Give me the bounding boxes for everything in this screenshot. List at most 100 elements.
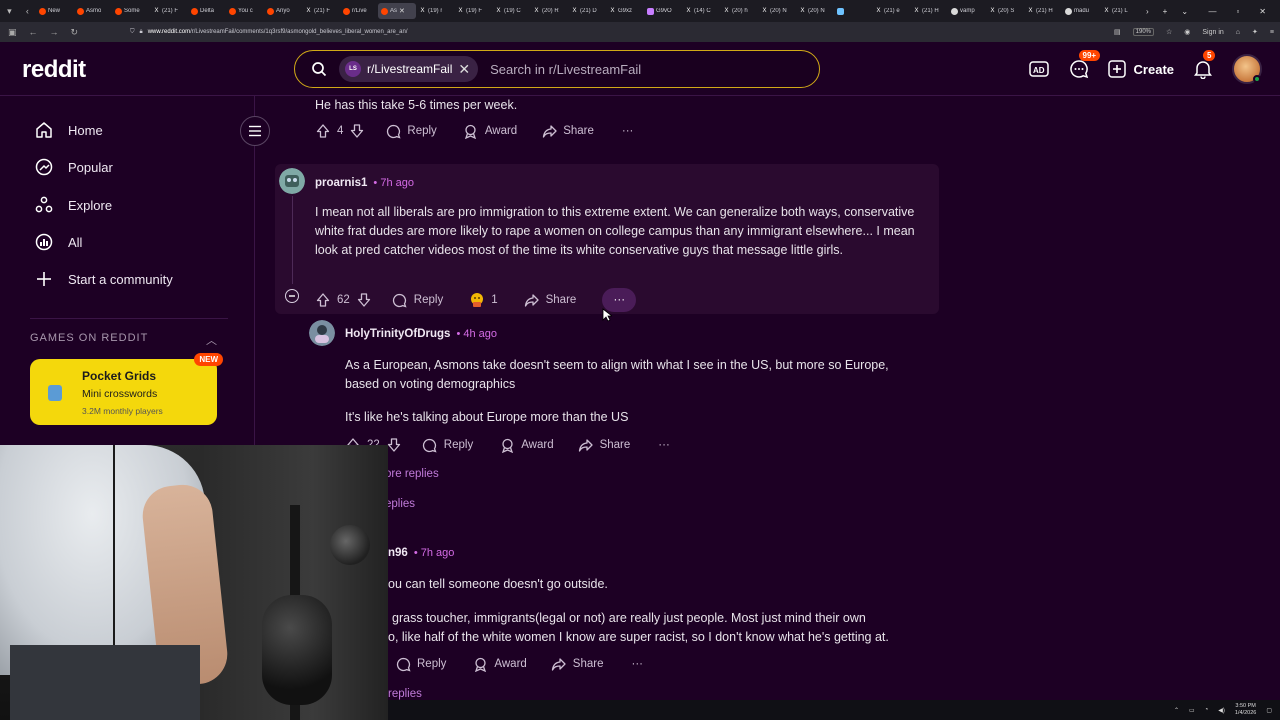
reply-button[interactable]: Reply (395, 656, 446, 672)
commenter-avatar[interactable] (279, 168, 305, 194)
game-card-pocket-grids[interactable]: NEW Pocket Grids Mini crosswords 3.2M mo… (30, 353, 223, 425)
browser-tab[interactable]: X (21) H (1024, 3, 1062, 19)
browser-tab[interactable]: As ✕ (378, 3, 416, 19)
volume-icon[interactable]: ◀) (1218, 707, 1225, 714)
browser-tab[interactable]: New (36, 3, 74, 19)
browser-tab[interactable]: G9vO (644, 3, 682, 19)
network-icon[interactable]: ▭ (1189, 707, 1195, 714)
sidebar-panel-icon[interactable]: ▣ (8, 27, 17, 38)
minimize-icon[interactable]: — (1208, 7, 1216, 16)
browser-tab[interactable]: X (20) S (986, 3, 1024, 19)
tab-scroll-left-icon[interactable]: ‹ (26, 6, 29, 16)
chat-icon[interactable]: 99+ (1068, 50, 1101, 80)
advertise-icon[interactable]: AD (1028, 58, 1050, 80)
menu-icon[interactable]: ≡ (1270, 29, 1274, 36)
browser-tab[interactable]: X (20) h (720, 3, 758, 19)
reply-button[interactable]: Reply (422, 437, 473, 453)
reply-button[interactable]: Reply (385, 123, 437, 139)
browser-tab[interactable]: X (21) F (302, 3, 340, 19)
sidebar-item-popular[interactable]: Popular (34, 155, 113, 179)
browser-tab[interactable]: r/Live (340, 3, 378, 19)
reddit-logo[interactable]: reddit (22, 56, 86, 84)
browser-tab[interactable]: X (21) H (910, 3, 948, 19)
share-button[interactable]: Share (541, 123, 594, 139)
award-button[interactable]: Award (463, 123, 517, 139)
bell-icon[interactable]: 5 (1192, 50, 1216, 80)
browser-tab[interactable]: Anyo (264, 3, 302, 19)
games-section-header[interactable]: GAMES ON REDDIT ︿ (30, 332, 218, 348)
award-button[interactable]: Award (499, 437, 554, 453)
clear-chip-icon[interactable]: ✕ (458, 61, 470, 78)
reader-view-icon[interactable]: ▤ (1114, 28, 1121, 36)
commenter-avatar[interactable] (309, 320, 335, 346)
signin-link[interactable]: Sign in (1202, 29, 1223, 36)
browser-tab[interactable]: Some (112, 3, 150, 19)
browser-tab[interactable]: X (21) e (872, 3, 910, 19)
browser-tab[interactable]: X (20) N (796, 3, 834, 19)
user-avatar[interactable] (1232, 54, 1262, 84)
browser-tab[interactable]: X (21) L (1100, 3, 1138, 19)
sidebar-item-explore[interactable]: Explore (34, 193, 112, 217)
reply-button[interactable]: Reply (392, 292, 443, 308)
browser-tab[interactable]: X (19) r (416, 3, 454, 19)
award-button[interactable]: 1 (469, 292, 498, 308)
more-options-button[interactable]: ··· (631, 658, 643, 670)
search-bar[interactable]: LS r/LivestreamFail ✕ (294, 50, 820, 88)
notifications-tray-icon[interactable]: ▢ (1266, 707, 1272, 714)
close-window-icon[interactable]: ✕ (1259, 7, 1266, 16)
more-replies-link[interactable]: replies (388, 688, 422, 700)
maximize-icon[interactable]: ▫ (1236, 7, 1239, 16)
puzzle-icon[interactable]: ✦ (1252, 28, 1258, 36)
search-input[interactable] (490, 61, 791, 77)
more-replies-link[interactable]: eplies (385, 498, 415, 510)
close-tab-icon[interactable]: ✕ (399, 7, 405, 15)
comment-author[interactable]: HolyTrinityOfDrugs (345, 328, 450, 340)
award-button[interactable]: Award (472, 656, 527, 672)
browser-tab[interactable]: You c (226, 3, 264, 19)
share-button[interactable]: Share (551, 656, 603, 672)
browser-tab[interactable] (834, 3, 872, 19)
more-options-button[interactable]: ··· (622, 125, 634, 137)
url-field[interactable]: ⛉ 🔒︎ www.reddit.com/r/LivestreamFail/com… (130, 29, 408, 36)
upvote-button[interactable] (315, 123, 331, 139)
account-icon[interactable]: ◉ (1184, 28, 1190, 36)
comment-time[interactable]: • 7h ago (414, 547, 455, 559)
more-options-button[interactable]: ··· (658, 439, 670, 451)
downvote-button[interactable] (386, 437, 402, 453)
browser-tab[interactable]: madu (1062, 3, 1100, 19)
new-tab-icon[interactable]: + (1163, 7, 1168, 16)
comment-author[interactable]: proarnis1 (315, 177, 367, 189)
subreddit-search-chip[interactable]: LS r/LivestreamFail ✕ (339, 56, 479, 82)
browser-tab[interactable]: X (20) N (758, 3, 796, 19)
extensions-icon[interactable]: ⌂ (1236, 29, 1240, 36)
browser-tab[interactable]: vamp (948, 3, 986, 19)
back-icon[interactable]: ← (29, 27, 38, 38)
forward-icon[interactable]: → (50, 27, 59, 38)
tab-scroll-right-icon[interactable]: › (1146, 7, 1149, 16)
browser-tab[interactable]: X (21) D (568, 3, 606, 19)
shield-icon[interactable]: ⛉ (130, 29, 135, 36)
chevron-up-icon[interactable]: ︿ (206, 332, 218, 348)
comment-time[interactable]: • 4h ago (456, 328, 497, 340)
tray-clock[interactable]: 3:50 PM 1/4/2026 (1235, 703, 1256, 717)
tab-overflow-icon[interactable]: ⌄ (1181, 7, 1188, 16)
bookmark-star-icon[interactable]: ☆ (1166, 28, 1172, 36)
reload-icon[interactable]: ↻ (71, 27, 79, 38)
comment-author[interactable]: n96 (388, 547, 408, 559)
wifi-icon[interactable]: ◔ (1205, 707, 1209, 713)
browser-tab[interactable]: Delta (188, 3, 226, 19)
thread-line[interactable] (292, 196, 293, 284)
browser-tab[interactable]: Asmo (74, 3, 112, 19)
tray-chevron-icon[interactable]: ⌃ (1174, 707, 1179, 714)
collapse-thread-button[interactable] (285, 289, 299, 303)
browser-tab[interactable]: X (20) R (530, 3, 568, 19)
create-button[interactable]: Create (1107, 60, 1174, 78)
downvote-button[interactable] (356, 292, 372, 308)
sidebar-item-start-community[interactable]: Start a community (34, 267, 173, 291)
zoom-level[interactable]: 190% (1132, 28, 1154, 36)
downvote-button[interactable] (349, 123, 365, 139)
browser-tab[interactable]: X G9xz (606, 3, 644, 19)
comment-time[interactable]: • 7h ago (373, 177, 414, 189)
sidebar-toggle-button[interactable] (240, 116, 270, 146)
share-button[interactable]: Share (578, 437, 630, 453)
